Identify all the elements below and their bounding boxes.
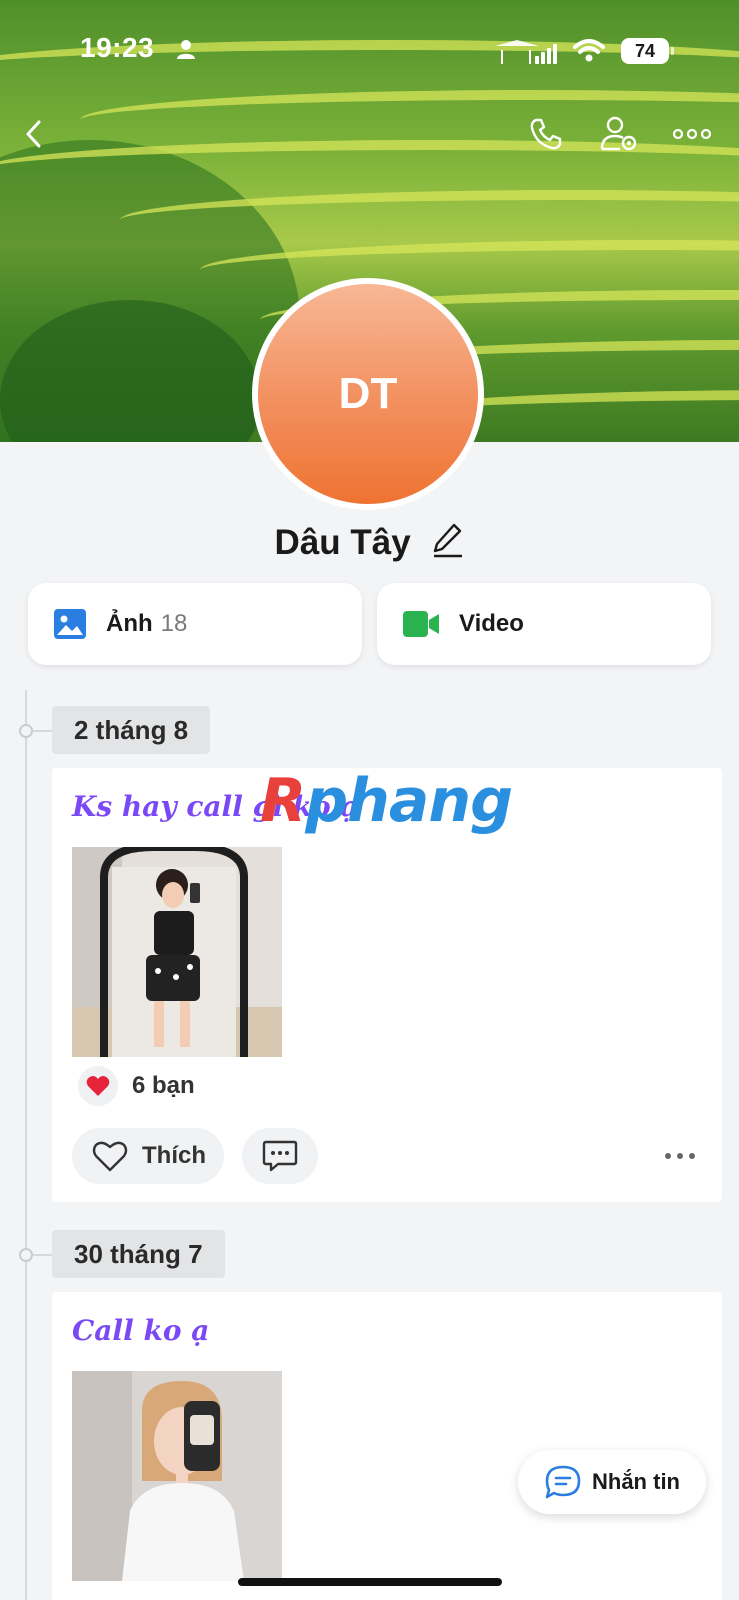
- profile-settings-button[interactable]: [598, 112, 642, 156]
- battery-indicator: 74: [621, 38, 674, 64]
- home-indicator: [238, 1578, 502, 1586]
- timeline-dot: [19, 1248, 33, 1262]
- photo-thumbnail: [72, 847, 282, 1057]
- video-camera-icon: [403, 611, 439, 637]
- photos-button[interactable]: Ảnh 18: [28, 583, 362, 665]
- message-button[interactable]: Nhắn tin: [518, 1450, 706, 1514]
- status-time: 19:23: [80, 32, 155, 63]
- timeline-connector: [33, 1254, 53, 1256]
- video-label: Video: [459, 610, 524, 637]
- photos-count: 18: [160, 610, 188, 637]
- profile-name: Dâu Tây: [274, 522, 411, 562]
- video-button[interactable]: Video: [377, 583, 711, 665]
- comment-button[interactable]: [242, 1128, 318, 1184]
- heart-filled-icon: [86, 1076, 110, 1096]
- profile-name-row: Dâu Tây: [0, 522, 739, 567]
- like-button[interactable]: Thích: [72, 1128, 224, 1184]
- reaction-count: 6 bạn: [132, 1072, 195, 1099]
- post-text: Call ko ạ: [72, 1314, 210, 1347]
- more-options-button[interactable]: [670, 112, 714, 156]
- date-chip: 30 tháng 7: [52, 1230, 225, 1278]
- post-photo[interactable]: [72, 1371, 282, 1581]
- post-photo[interactable]: [72, 847, 282, 1057]
- timeline-connector: [33, 730, 53, 732]
- back-button[interactable]: [12, 112, 56, 156]
- reaction-summary[interactable]: 6 bạn: [78, 1066, 195, 1106]
- phone-icon: [530, 118, 562, 150]
- user-gear-icon: [600, 116, 637, 151]
- wifi-icon: [573, 39, 605, 62]
- comment-icon: [262, 1140, 298, 1172]
- timeline-dot: [19, 724, 33, 738]
- status-bar: 19:23 74: [0, 30, 739, 70]
- call-button[interactable]: [524, 112, 568, 156]
- timeline-line: [25, 690, 27, 1600]
- date-chip: 2 tháng 8: [52, 706, 211, 754]
- post-more-button[interactable]: [658, 1136, 702, 1176]
- photos-label: Ảnh: [106, 610, 153, 637]
- cellular-signal-icon: [495, 40, 557, 64]
- photo-thumbnail: [72, 1371, 282, 1581]
- edit-name-button[interactable]: [432, 522, 464, 567]
- person-icon: [177, 40, 195, 59]
- more-dots-icon: [665, 1153, 695, 1159]
- heart-outline-icon: [92, 1141, 128, 1172]
- heart-reaction-icon: [78, 1066, 118, 1106]
- like-label: Thích: [142, 1142, 206, 1169]
- chevron-left-icon: [26, 120, 41, 148]
- image-icon: [54, 609, 86, 639]
- chat-bubble-icon: [545, 1465, 581, 1499]
- watermark-part-1: R: [260, 766, 306, 836]
- post-card[interactable]: Call ko ạ: [52, 1292, 722, 1600]
- message-label: Nhắn tin: [592, 1469, 680, 1494]
- avatar[interactable]: DT: [252, 278, 484, 510]
- watermark-logo: Rphang: [260, 766, 513, 836]
- pencil-icon: [434, 523, 463, 558]
- watermark-part-2: phang: [305, 766, 513, 836]
- avatar-initials: DT: [258, 284, 478, 504]
- more-dots-icon: [672, 128, 712, 140]
